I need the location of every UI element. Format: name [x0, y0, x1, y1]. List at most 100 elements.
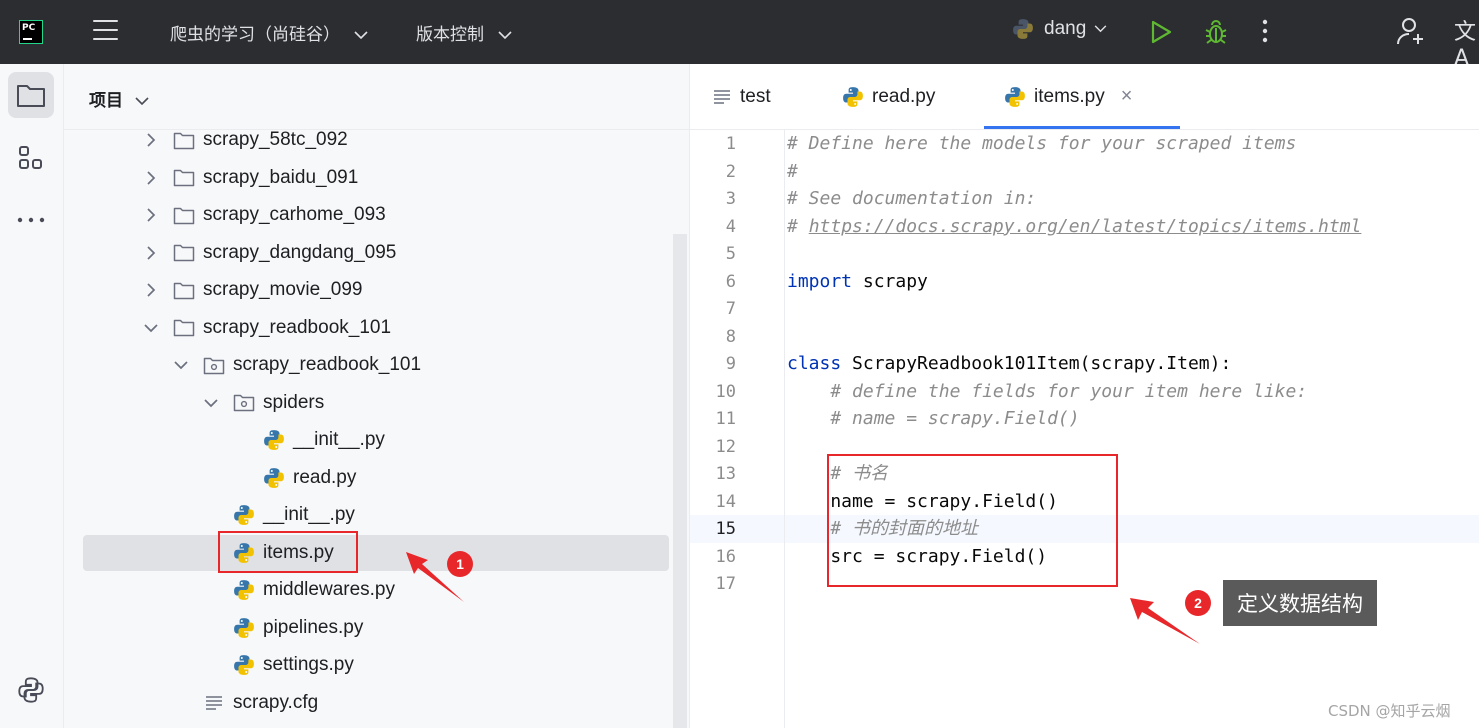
tree-item[interactable]: items.py — [83, 534, 669, 571]
tree-item[interactable]: __init__.py — [64, 422, 669, 458]
python-file-icon — [842, 86, 864, 108]
folder-icon — [173, 167, 195, 189]
python-file-icon — [233, 504, 255, 526]
code-line[interactable]: class ScrapyReadbook101Item(scrapy.Item)… — [787, 350, 1231, 378]
line-number: 9 — [725, 354, 736, 374]
project-panel: 项目 scrapy_58tc_092 scrapy_baidu_091scrapy… — [64, 64, 690, 728]
editor-tabs: test read.py items.py × — [690, 64, 1479, 130]
tree-item-label: pipelines.py — [263, 616, 364, 638]
code-line[interactable]: # See documentation in: — [787, 185, 1036, 213]
editor-tab[interactable]: read.py — [842, 64, 935, 129]
title-bar: PC 爬虫的学习（尚硅谷） 版本控制 dang 文A — [0, 0, 1479, 71]
line-number: 10 — [715, 381, 736, 402]
package-folder-icon — [203, 354, 225, 376]
more-tools-button[interactable] — [8, 197, 54, 243]
panel-scrollbar[interactable] — [673, 234, 687, 728]
project-menu[interactable]: 爬虫的学习（尚硅谷） — [170, 20, 368, 45]
code-line[interactable]: # name = scrapy.Field() — [787, 405, 1079, 433]
tree-item[interactable]: scrapy_movie_099 — [64, 272, 669, 308]
tree-item[interactable]: middlewares.py — [64, 572, 669, 608]
tree-item[interactable]: pipelines.py — [64, 610, 669, 646]
run-configuration-label: dang — [1044, 18, 1087, 40]
code-line[interactable]: # Define here the models for your scrape… — [787, 130, 1296, 158]
tree-item[interactable]: scrapy_baidu_091 — [64, 160, 669, 196]
editor-tab-label: test — [740, 85, 771, 107]
chevron-right-icon[interactable] — [143, 245, 159, 261]
line-number: 3 — [725, 189, 736, 209]
line-number: 2 — [725, 161, 736, 182]
tree-item-label: spiders — [263, 391, 325, 413]
editor-tab[interactable]: items.py × — [983, 64, 1182, 129]
code-line[interactable]: # 书名 — [787, 460, 888, 488]
python-console-button[interactable] — [8, 667, 54, 713]
code-line[interactable]: src = scrapy.Field() — [787, 543, 1047, 571]
editor-tab-label: read.py — [872, 85, 936, 107]
tree-item-label: middlewares.py — [263, 579, 395, 600]
line-number: 7 — [725, 299, 736, 319]
tree-item-label: read.py — [293, 466, 357, 488]
code-line[interactable]: # — [787, 158, 798, 186]
more-vertical-icon[interactable] — [1262, 18, 1268, 44]
python-file-icon — [233, 654, 255, 676]
editor-tab[interactable]: test — [712, 64, 771, 129]
code-line[interactable]: name = scrapy.Field() — [787, 488, 1058, 516]
line-number: 14 — [715, 491, 736, 512]
vcs-menu[interactable]: 版本控制 — [416, 20, 512, 45]
tree-item[interactable]: scrapy_58tc_092 — [64, 122, 669, 158]
folder-icon — [173, 129, 195, 151]
logo-text: PC — [22, 23, 36, 33]
text-file-icon — [203, 692, 225, 714]
chevron-right-icon[interactable] — [143, 132, 159, 148]
tree-item[interactable]: scrapy.cfg — [64, 685, 669, 721]
code-line[interactable]: # 书的封面的地址 — [787, 515, 978, 543]
chevron-right-icon[interactable] — [143, 170, 159, 186]
tree-item[interactable]: scrapy_readbook_101 — [64, 347, 669, 383]
chevron-down-icon[interactable] — [173, 357, 189, 373]
run-configuration-selector[interactable]: dang — [1012, 18, 1107, 40]
project-panel-title[interactable]: 项目 — [89, 86, 149, 111]
tree-item[interactable]: scrapy_readbook_101 — [64, 310, 669, 346]
add-user-icon[interactable] — [1396, 16, 1426, 46]
tree-item[interactable]: scrapy_carhome_093 — [64, 197, 669, 233]
watermark: CSDN @知乎云烟 — [1328, 702, 1451, 720]
tree-item-label: scrapy_readbook_101 — [233, 354, 422, 375]
line-number: 13 — [715, 464, 736, 484]
tree-item[interactable]: __init__.py — [64, 497, 669, 533]
python-icon — [1013, 19, 1033, 39]
run-icon[interactable] — [1150, 20, 1172, 44]
more-horizontal-icon — [17, 217, 45, 223]
chevron-down-icon — [135, 96, 149, 105]
project-panel-title-text: 项目 — [89, 91, 123, 111]
main-menu-button[interactable] — [93, 20, 118, 42]
package-folder-icon — [233, 392, 255, 414]
line-number: 6 — [725, 271, 736, 292]
python-file-icon — [1004, 86, 1026, 108]
pycharm-logo[interactable]: PC — [19, 20, 43, 44]
tree-item[interactable]: spiders — [64, 385, 669, 421]
code-line[interactable]: import scrapy — [787, 268, 928, 296]
debug-bug-icon[interactable] — [1203, 18, 1229, 46]
editor-tab-label: items.py — [1034, 85, 1105, 107]
structure-tool-button[interactable] — [8, 135, 54, 181]
tree-item[interactable]: read.py — [64, 460, 669, 496]
chevron-down-icon[interactable] — [143, 320, 159, 336]
vcs-menu-label: 版本控制 — [416, 25, 484, 45]
tree-item-label: __init__.py — [263, 504, 355, 525]
tree-item-label: scrapy_baidu_091 — [203, 166, 359, 188]
tree-item-label: items.py — [263, 541, 334, 563]
python-console-icon — [18, 677, 44, 703]
chevron-down-icon[interactable] — [203, 395, 219, 411]
tree-item[interactable]: scrapy_dangdang_095 — [64, 235, 669, 271]
tree-item[interactable]: settings.py — [64, 647, 669, 683]
close-icon[interactable]: × — [1121, 85, 1133, 108]
chevron-down-icon — [354, 30, 368, 39]
code-line[interactable]: # https://docs.scrapy.org/en/latest/topi… — [787, 213, 1361, 241]
structure-icon — [19, 146, 42, 169]
translate-icon[interactable]: 文A — [1454, 14, 1479, 71]
chevron-right-icon[interactable] — [143, 207, 159, 223]
folder-icon — [173, 317, 195, 339]
code-line[interactable]: # define the fields for your item here l… — [787, 378, 1307, 406]
chevron-right-icon[interactable] — [143, 282, 159, 298]
project-tool-button[interactable] — [8, 72, 54, 118]
line-number: 16 — [715, 546, 736, 567]
